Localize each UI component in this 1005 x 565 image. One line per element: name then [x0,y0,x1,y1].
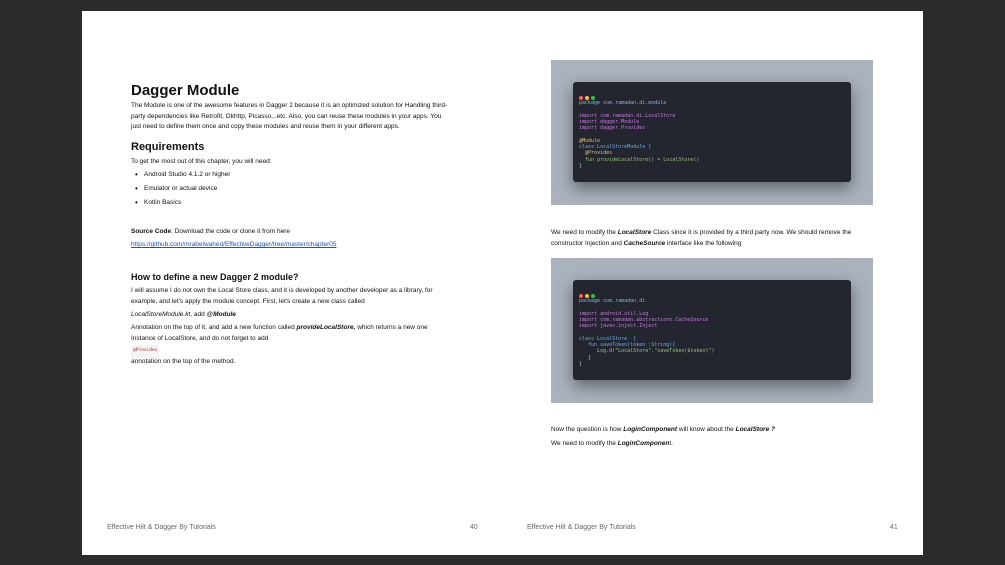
page-number: 41 [890,524,898,531]
annotation-closing: annotation on the top of the method. [131,358,236,365]
code-line: fun provideLocalStore() = LocalStore() [585,156,700,163]
code-line: import dagger.Module [579,118,640,125]
code-line: import com.ramadan.abstractions.CacheSou… [579,316,709,323]
code-line: import com.ramadan.di.LocalStore [579,112,676,119]
chapter-title: Dagger Module [131,82,240,99]
source-code-text: : Download the code or clone it from her… [171,228,290,235]
code-line: @Module [579,137,601,144]
requirements-heading: Requirements [131,141,205,153]
provides-chip-line: @Provides [131,345,449,358]
code-screenshot-module: package com.ramadan.di.module import com… [551,60,873,205]
annotation-text-a: Annotation on the top of it, and add a n… [131,324,297,331]
page-number: 40 [470,524,478,531]
footer-title: Effective Hilt & Dagger By Tutorials [107,524,216,531]
document-spread: Dagger Module The Module is one of the a… [82,11,923,555]
window-controls [579,87,597,100]
window-controls [579,285,597,298]
requirements-intro: To get the most out of this chapter, you… [131,158,272,165]
question-text-b: will know about the [677,426,736,433]
code-line: import javax.inject.Inject [579,323,658,330]
intro-paragraph: The Module is one of the awesome feature… [131,102,448,130]
question-paragraph: Now the question is how LoginComponent w… [551,425,869,436]
logincomponent-term-2: LoginComponen [617,440,670,447]
list-item: Kotlin Basics [135,198,230,212]
code-block: package com.ramadan.di import android.ut… [579,298,714,367]
page-right: package com.ramadan.di.module import com… [502,11,922,555]
how-to-paragraph: I will assume I do not own the Local Sto… [131,287,433,305]
code-line: @Provides [585,150,613,157]
logincomponent-term: LoginComponent [623,426,678,433]
code-window: package com.ramadan.di import android.ut… [573,280,851,380]
code-line: import android.util.Log [579,310,649,317]
list-item: Android Studio 4.1.2 or higher [135,170,230,184]
module-file-line: LocalStoreModule.kt, add @Module [131,310,449,321]
code-screenshot-localstore: package com.ramadan.di import android.ut… [551,258,873,403]
modify-component-end: t. [669,440,673,447]
code-line: class LocalStore { [579,335,637,342]
code-line: } [579,360,583,367]
localstore-term: LocalStore [617,229,652,236]
code-line: Log.d("LocalStore","saveToken($token)") [597,348,715,355]
code-line: class LocalStoreModule { [579,144,652,151]
function-name: provideLocalStore, [296,324,356,331]
source-link-line: https://github.com/mrabelwahed/Effective… [131,240,449,251]
code-line: import dagger.Provides [579,125,646,132]
modify-component-paragraph: We need to modify the LoginComponent. [551,439,869,450]
code-line: package com.ramadan.di [579,298,646,304]
how-to-heading: How to define a new Dagger 2 module? [131,272,299,282]
footer-title: Effective Hilt & Dagger By Tutorials [527,524,636,531]
annotation-paragraph: Annotation on the top of it, and add a n… [131,323,449,344]
code-block: package com.ramadan.di.module import com… [579,100,699,169]
list-item: Emulator or actual device [135,184,230,198]
modify-text-a: We need to modify the [551,229,618,236]
source-code-link[interactable]: https://github.com/mrabelwahed/Effective… [131,241,336,248]
code-line: package com.ramadan.di.module [579,100,667,106]
code-line: } [579,162,583,169]
code-window: package com.ramadan.di.module import com… [573,82,851,182]
provides-code-chip: @Provides [131,345,160,358]
modify-paragraph: We need to modify the LocalStore Class s… [551,228,869,249]
module-annotation: Module [213,311,236,318]
modify-component-text: We need to modify the [551,440,618,447]
modify-text-c: interface like the following [665,239,742,247]
module-file-name: LocalStoreModule.kt [131,311,191,318]
source-code-label: Source Code [131,228,172,235]
question-text-a: Now the question is how [551,426,624,433]
localstore-question-term: LocalStore ? [735,426,775,433]
code-line: } [588,354,592,361]
cachesource-term: CacheSource [623,239,666,247]
requirements-list: Android Studio 4.1.2 or higher Emulator … [135,170,230,212]
add-text: , add @ [190,311,214,318]
code-line: fun saveToken(token :String){ [588,342,676,349]
source-code-line: Source Code: Download the code or clone … [131,227,449,238]
page-left: Dagger Module The Module is one of the a… [82,11,502,555]
